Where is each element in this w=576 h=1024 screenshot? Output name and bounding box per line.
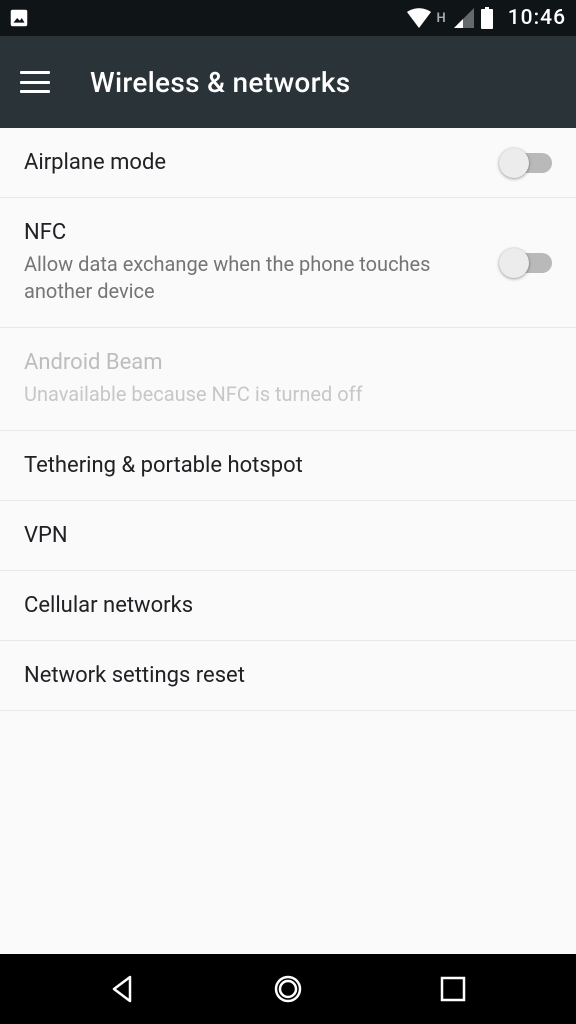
setting-title: Tethering & portable hotspot <box>24 453 536 478</box>
network-type-label: H <box>437 11 446 26</box>
menu-icon[interactable] <box>20 71 50 93</box>
battery-icon <box>480 7 494 29</box>
setting-title: Android Beam <box>24 350 536 375</box>
app-bar: Wireless & networks <box>0 36 576 128</box>
home-button[interactable] <box>263 964 313 1014</box>
setting-nfc[interactable]: NFC Allow data exchange when the phone t… <box>0 198 576 328</box>
wifi-icon <box>407 8 431 28</box>
setting-airplane-mode[interactable]: Airplane mode <box>0 128 576 198</box>
setting-vpn[interactable]: VPN <box>0 501 576 571</box>
status-bar: H 10:46 <box>0 0 576 36</box>
setting-title: Network settings reset <box>24 663 536 688</box>
setting-tethering[interactable]: Tethering & portable hotspot <box>0 431 576 501</box>
back-button[interactable] <box>98 964 148 1014</box>
setting-title: Airplane mode <box>24 150 486 175</box>
airplane-mode-switch[interactable] <box>502 153 552 173</box>
setting-subtitle: Unavailable because NFC is turned off <box>24 381 536 408</box>
setting-title: Cellular networks <box>24 593 536 618</box>
clock: 10:46 <box>508 6 566 30</box>
cell-signal-icon <box>454 8 474 28</box>
navigation-bar <box>0 954 576 1024</box>
page-title: Wireless & networks <box>90 66 350 99</box>
setting-network-reset[interactable]: Network settings reset <box>0 641 576 711</box>
settings-list: Airplane mode NFC Allow data exchange wh… <box>0 128 576 711</box>
picture-icon <box>8 7 30 29</box>
nfc-switch[interactable] <box>502 253 552 273</box>
setting-cellular-networks[interactable]: Cellular networks <box>0 571 576 641</box>
setting-subtitle: Allow data exchange when the phone touch… <box>24 251 486 305</box>
setting-title: VPN <box>24 523 536 548</box>
setting-android-beam: Android Beam Unavailable because NFC is … <box>0 328 576 431</box>
recents-button[interactable] <box>428 964 478 1014</box>
setting-title: NFC <box>24 220 486 245</box>
